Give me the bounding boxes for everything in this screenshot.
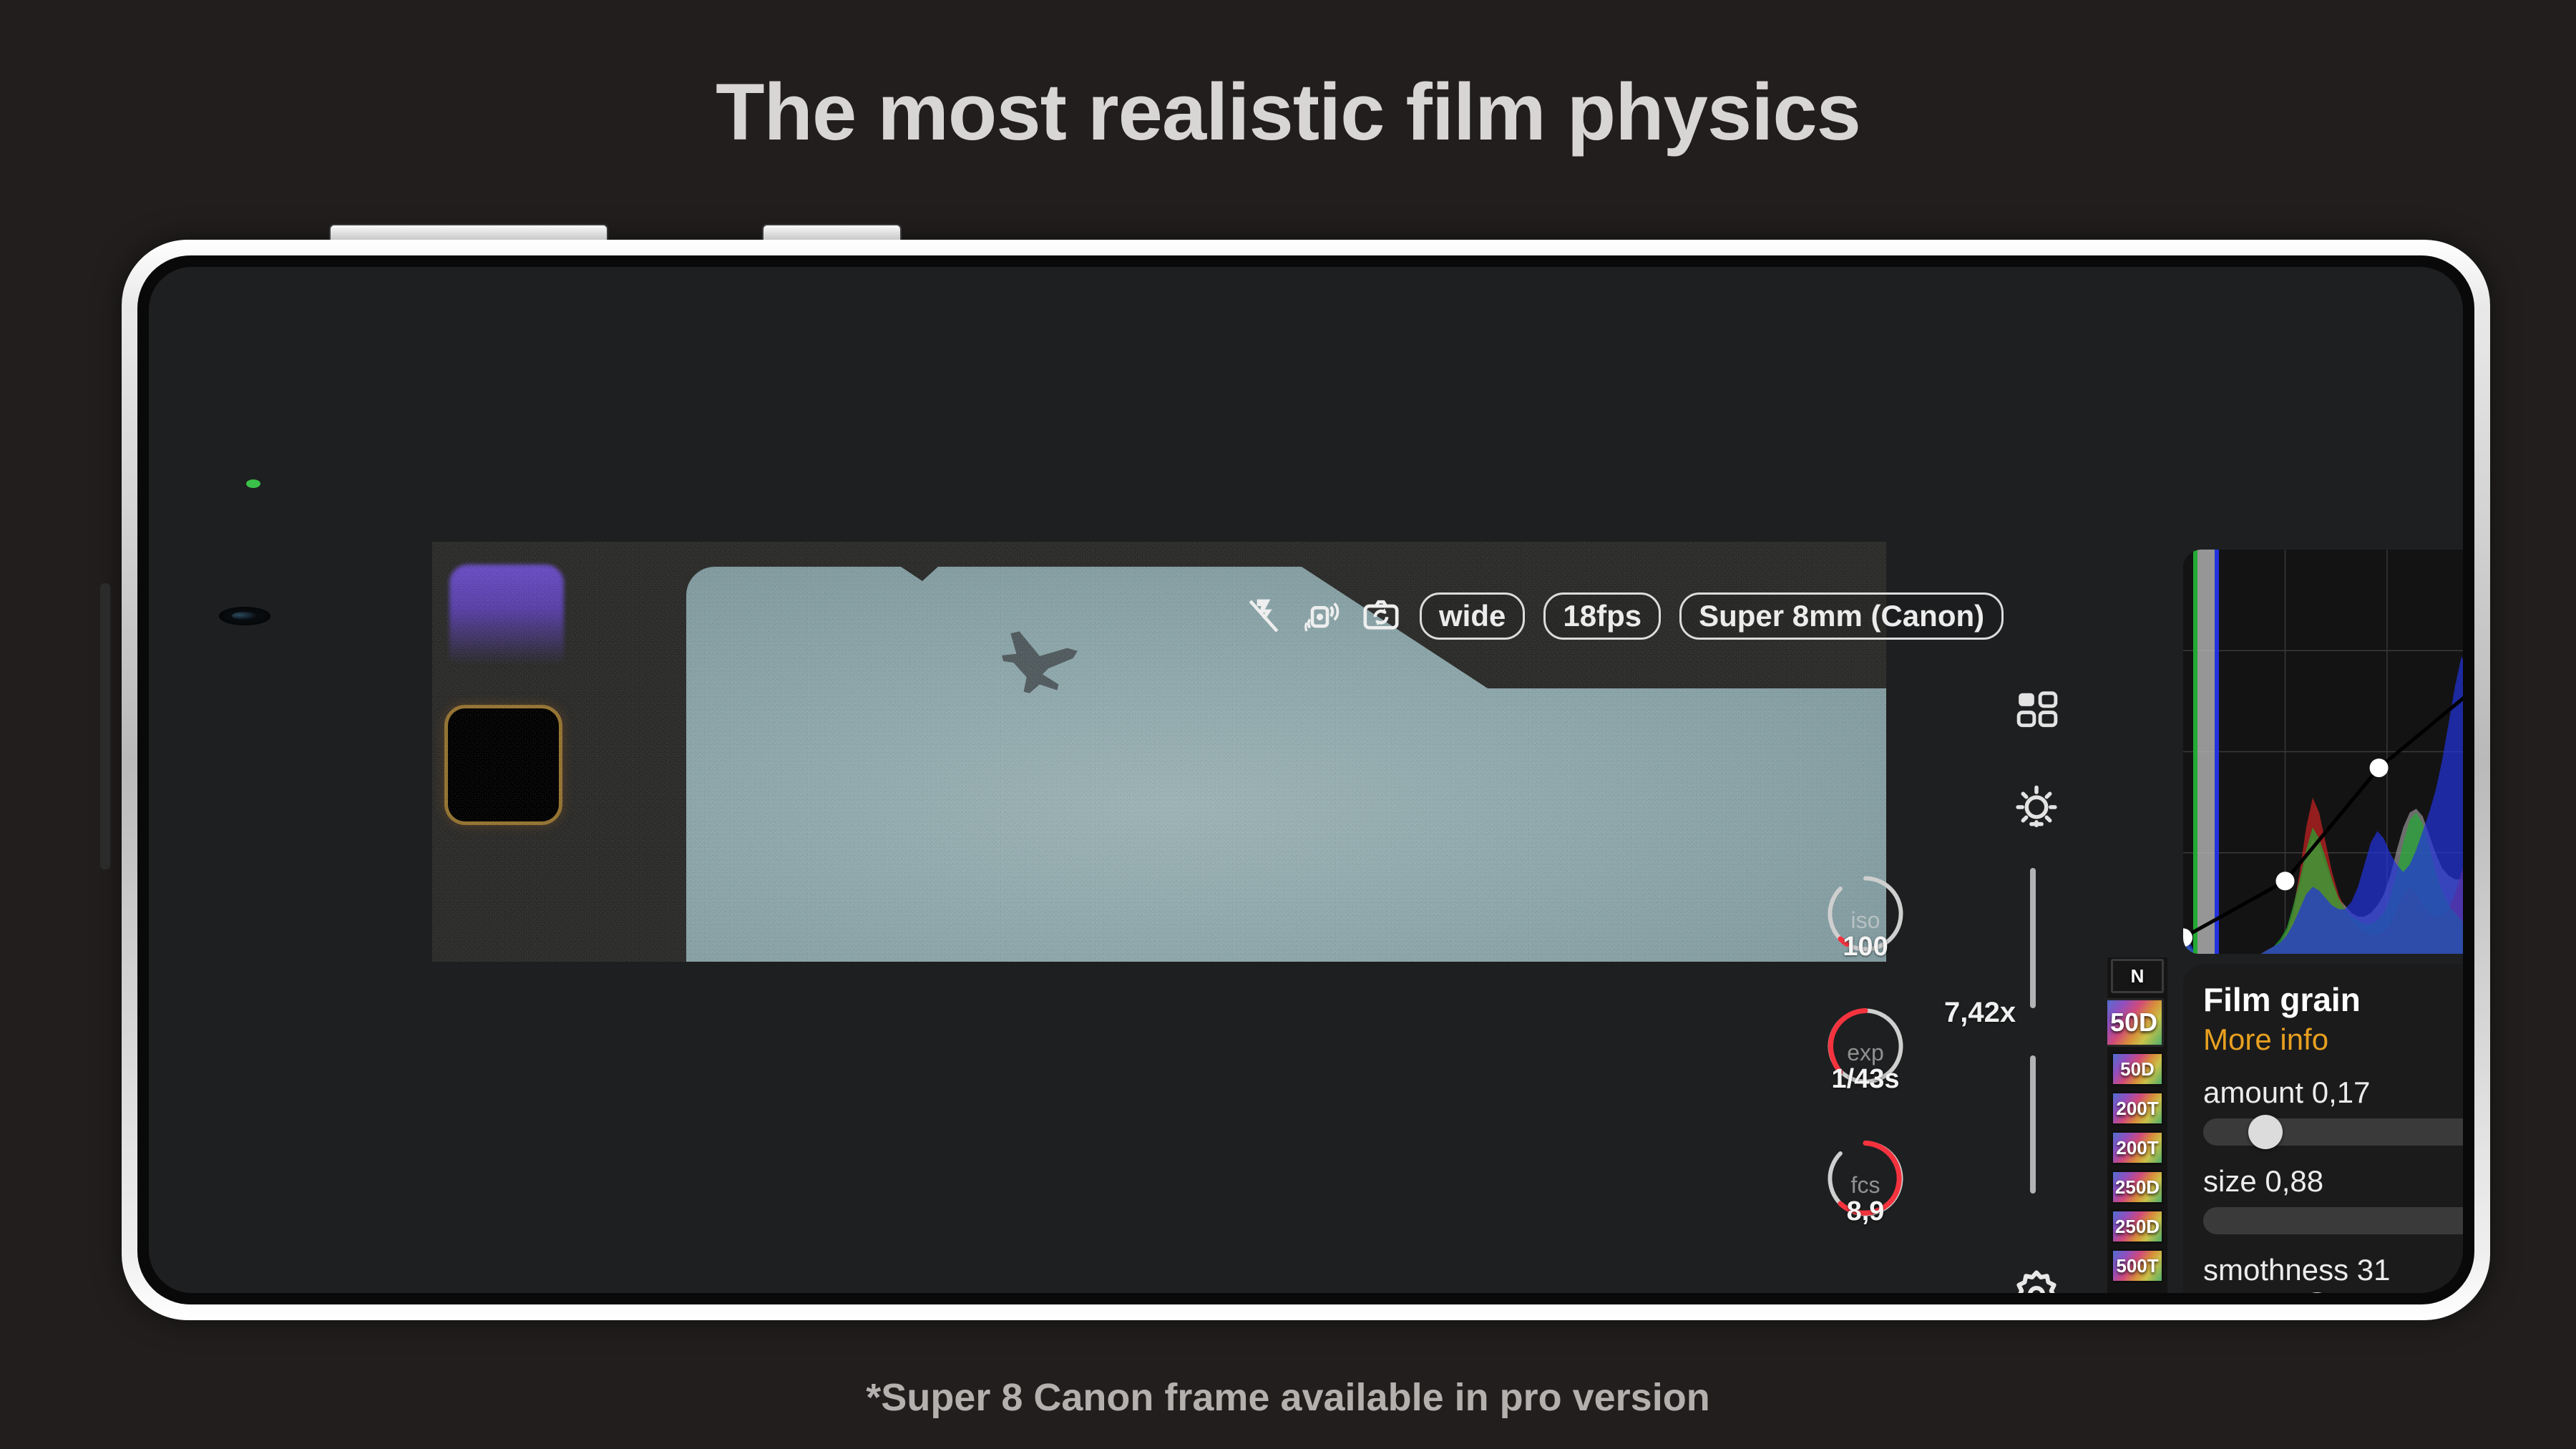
focus-dial-value: 8,9: [1846, 1196, 1885, 1226]
film-stock-item[interactable]: 250D: [2111, 1209, 2164, 1244]
lens-selector-pill[interactable]: wide: [1420, 592, 1526, 640]
histogram-chart: [2183, 550, 2463, 954]
volume-button[interactable]: [329, 224, 608, 240]
iso-dial-value: 100: [1843, 932, 1888, 962]
film-sprocket-hole: [448, 708, 559, 821]
film-stock-strip[interactable]: N 50D 50D 200T 200T 250D 250D 500T: [2107, 957, 2167, 1293]
fps-selector-pill[interactable]: 18fps: [1543, 592, 1662, 640]
phone-frame: wide 18fps Super 8mm (Canon) 7,42x E iso…: [100, 224, 2490, 1320]
film-stock-item[interactable]: 250D: [2111, 1170, 2164, 1204]
grain-size-slider[interactable]: [2203, 1207, 2463, 1235]
more-info-link[interactable]: More info: [2203, 1023, 2463, 1057]
curve-control-point[interactable]: [2275, 872, 2295, 891]
footnote-text: *Super 8 Canon frame available in pro ve…: [866, 1376, 1710, 1419]
grain-size-slider-group: size 0,88: [2203, 1163, 2463, 1235]
film-grain-title: Film grain: [2203, 981, 2361, 1018]
focus-dial-name: fcs: [1850, 1172, 1880, 1198]
format-selector-pill[interactable]: Super 8mm (Canon): [1679, 592, 2004, 640]
flash-off-icon[interactable]: [1244, 596, 1284, 636]
film-stock-item[interactable]: 500T: [2111, 1249, 2164, 1283]
shutter-sound-icon[interactable]: [1302, 596, 1342, 636]
grain-amount-slider[interactable]: [2203, 1114, 2463, 1149]
film-stock-item[interactable]: N: [2111, 959, 2164, 993]
film-stock-item[interactable]: 50D: [2111, 1052, 2164, 1086]
film-grain-panel: Film grain More info amount 0,17 size 0,…: [2183, 965, 2463, 1293]
grain-amount-label: amount 0,17: [2203, 1075, 2371, 1109]
slider-knob[interactable]: [2300, 1292, 2335, 1293]
phone-bezel: wide 18fps Super 8mm (Canon) 7,42x E iso…: [137, 255, 2474, 1304]
privacy-indicator-dot: [246, 479, 260, 488]
grain-smothness-slider-group: smothness 31: [2203, 1253, 2463, 1293]
side-button[interactable]: [100, 583, 110, 869]
film-stock-item-selected[interactable]: 50D: [2107, 998, 2164, 1047]
focus-dial[interactable]: fcs 8,9: [1823, 1136, 1908, 1226]
exposure-dial-value: 1/43s: [1831, 1064, 1900, 1094]
histogram-curve-panel[interactable]: [2183, 550, 2463, 954]
curve-control-point[interactable]: [2369, 758, 2389, 778]
lightbulb-icon[interactable]: [2013, 784, 2060, 831]
iso-dial[interactable]: iso 100: [1823, 872, 1908, 962]
phone-screen: wide 18fps Super 8mm (Canon) 7,42x E iso…: [149, 267, 2463, 1293]
exposure-dial-name: exp: [1847, 1040, 1884, 1065]
gear-icon[interactable]: [2011, 1269, 2062, 1293]
exposure-dial[interactable]: exp 1/43s: [1823, 1004, 1908, 1094]
film-stock-item[interactable]: 200T: [2111, 1131, 2164, 1165]
grain-size-label: size 0,88: [2203, 1163, 2324, 1198]
zoom-slider[interactable]: 7,42x: [1944, 868, 2036, 1194]
film-stock-item[interactable]: 200T: [2111, 1091, 2164, 1126]
slider-knob[interactable]: [2248, 1114, 2283, 1149]
grain-smothness-label: smothness 31: [2203, 1253, 2391, 1287]
zoom-track-lower: [2030, 1055, 2036, 1194]
front-camera-lens: [219, 607, 270, 625]
grain-amount-slider-group: amount 0,17: [2203, 1075, 2463, 1149]
power-button[interactable]: [762, 224, 902, 240]
camera-flip-icon[interactable]: [1361, 596, 1401, 636]
light-leak: [449, 565, 564, 665]
page-title: The most realistic film physics: [716, 67, 1861, 157]
camera-topbar: wide 18fps Super 8mm (Canon): [1244, 592, 2004, 640]
grid-icon[interactable]: [2015, 688, 2059, 732]
zoom-value-label: 7,42x: [1944, 997, 2016, 1028]
airplane-silhouette: [1002, 631, 1078, 693]
iso-dial-name: iso: [1850, 907, 1880, 933]
zoom-track-upper: [2030, 868, 2036, 1008]
